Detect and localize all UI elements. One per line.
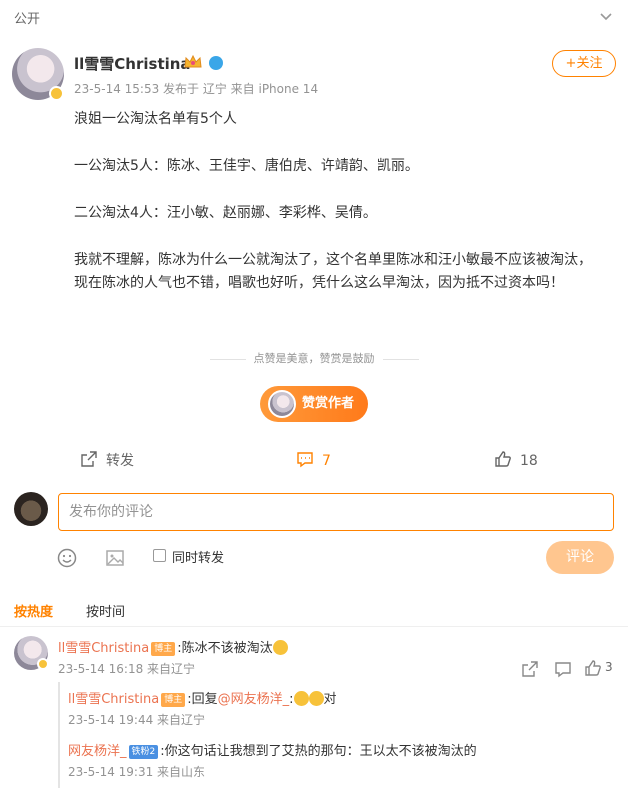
reply-meta: 23-5-14 19:31 来自山东 bbox=[68, 765, 206, 779]
mention-link[interactable]: @网友杨洋_ bbox=[218, 692, 290, 707]
globe-icon bbox=[209, 56, 223, 70]
divider bbox=[209, 358, 246, 360]
comment-icon bbox=[297, 452, 313, 468]
reply-user-name[interactable]: 网友杨洋_ bbox=[68, 744, 127, 759]
visibility-bar: 公开 bbox=[0, 0, 628, 34]
reply-body: :你这句话让我想到了艾热的那句：王以太不该被淘汰的 bbox=[160, 744, 477, 759]
repost-checkbox[interactable] bbox=[153, 549, 166, 562]
reply-body-suffix: : bbox=[289, 692, 294, 707]
author-name[interactable]: ll雪雪Christina bbox=[74, 53, 191, 74]
repost-icon bbox=[81, 451, 97, 467]
divider bbox=[0, 626, 628, 627]
current-user-avatar bbox=[14, 492, 48, 526]
reward-note-text: 点赞是美意，赞赏是鼓励 bbox=[253, 352, 375, 365]
reply-text: 网友杨洋_ 铁粉2:你这句话让我想到了艾热的那句：王以太不该被淘汰的 bbox=[68, 740, 477, 759]
emoji-icon[interactable] bbox=[56, 547, 78, 569]
reward-avatar bbox=[268, 390, 296, 418]
comment-like-count: 3 bbox=[605, 660, 613, 674]
submit-comment-button[interactable]: 评论 bbox=[546, 541, 614, 574]
comment-button[interactable]: 7 bbox=[296, 450, 331, 469]
post-meta: 23-5-14 15:53 发布于 辽宁 来自 iPhone 14 bbox=[74, 82, 319, 96]
reply-user-name[interactable]: ll雪雪Christina bbox=[68, 692, 159, 707]
comment-text: ll雪雪Christina 博主:陈冰不该被淘汰 bbox=[58, 637, 288, 656]
post-paragraph: 二公淘汰4人：汪小敏、赵丽娜、李彩桦、吴倩。 bbox=[74, 205, 377, 221]
emoji-laugh-icon bbox=[308, 691, 324, 706]
repost-button[interactable]: 转发 bbox=[80, 450, 134, 470]
thumbs-up-icon bbox=[495, 451, 511, 467]
reply-text: ll雪雪Christina 博主:回复@网友杨洋_: 对 bbox=[68, 688, 337, 707]
commenter-name[interactable]: ll雪雪Christina bbox=[58, 641, 149, 656]
image-icon[interactable] bbox=[104, 547, 126, 569]
follow-button[interactable]: +关注 bbox=[552, 50, 616, 77]
comment-body: :陈冰不该被淘汰 bbox=[177, 641, 273, 656]
emoji-sad-icon bbox=[272, 640, 288, 655]
post-paragraph: 浪姐一公淘汰名单有5个人 bbox=[74, 111, 237, 127]
post-content: 浪姐一公淘汰名单有5个人 一公淘汰5人：陈冰、王佳宇、唐伯虎、许靖韵、凯丽。 二… bbox=[74, 108, 604, 319]
chevron-down-icon[interactable] bbox=[598, 8, 614, 24]
post-paragraph: 我就不理解，陈冰为什么一公就淘汰了，这个名单里陈冰和汪小敏最不应该被淘汰，现在陈… bbox=[74, 252, 592, 291]
emoji-laugh-icon bbox=[293, 691, 309, 706]
reply-body-end: 对 bbox=[323, 692, 337, 707]
reward-note: 点赞是美意，赞赏是鼓励 bbox=[0, 350, 628, 366]
like-button[interactable]: 18 bbox=[494, 450, 538, 469]
visibility-label: 公开 bbox=[14, 12, 41, 27]
comment-meta: 23-5-14 16:18 来自辽宁 bbox=[58, 662, 196, 676]
repost-label: 转发 bbox=[106, 453, 134, 469]
verified-badge-icon bbox=[37, 658, 49, 670]
post-paragraph: 一公淘汰5人：陈冰、王佳宇、唐伯虎、许靖韵、凯丽。 bbox=[74, 158, 419, 174]
comment-icon[interactable] bbox=[554, 660, 572, 678]
repost-icon[interactable] bbox=[521, 660, 539, 678]
tab-sort-by-hot[interactable]: 按热度 bbox=[14, 601, 53, 620]
verified-badge-icon bbox=[49, 86, 64, 101]
reply-meta: 23-5-14 19:44 来自辽宁 bbox=[68, 713, 206, 727]
author-tag: 博主 bbox=[151, 642, 176, 656]
comment-input[interactable] bbox=[58, 493, 614, 531]
crown-icon bbox=[184, 54, 202, 68]
tab-sort-by-time[interactable]: 按时间 bbox=[86, 601, 125, 620]
divider bbox=[382, 358, 419, 360]
repost-checkbox-label: 同时转发 bbox=[172, 551, 225, 566]
comment-count: 7 bbox=[322, 453, 331, 469]
reply-body-prefix: :回复 bbox=[187, 692, 218, 707]
like-count: 18 bbox=[520, 453, 538, 469]
thumbs-up-icon[interactable] bbox=[584, 659, 602, 677]
author-tag: 博主 bbox=[161, 693, 186, 707]
fan-level-tag: 铁粉2 bbox=[128, 745, 159, 759]
